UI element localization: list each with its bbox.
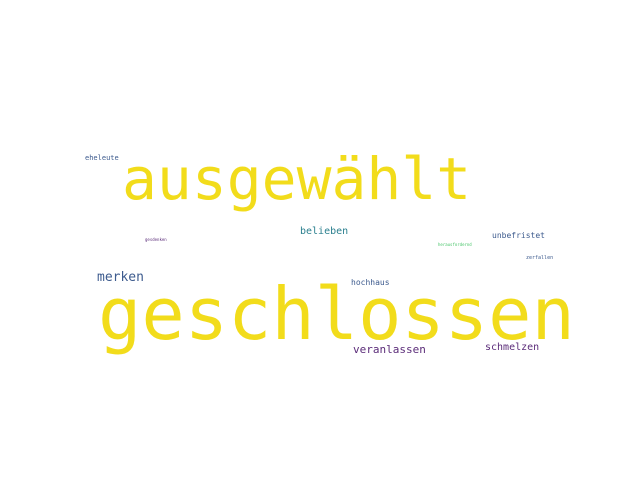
word-schmelzen: schmelzen (485, 342, 540, 353)
word-merken: merken (97, 270, 144, 285)
word-hochhaus: hochhaus (351, 278, 390, 287)
word-herausfordernd: herausfordernd (438, 242, 472, 247)
word-unbefristet: unbefristet (492, 231, 545, 240)
word-eheleute: eheleute (85, 154, 119, 162)
word-belieben: belieben (300, 226, 349, 237)
word-cloud: geschlossen ausgewählt merken veranlasse… (0, 0, 640, 480)
word-veranlassen: veranlassen (353, 343, 426, 356)
word-ausgewaehlt: ausgewählt (122, 145, 472, 213)
word-gesdenken: gesdenken (145, 237, 167, 242)
word-zerfallen: zerfallen (526, 255, 554, 261)
word-geschlossen: geschlossen (98, 272, 575, 356)
